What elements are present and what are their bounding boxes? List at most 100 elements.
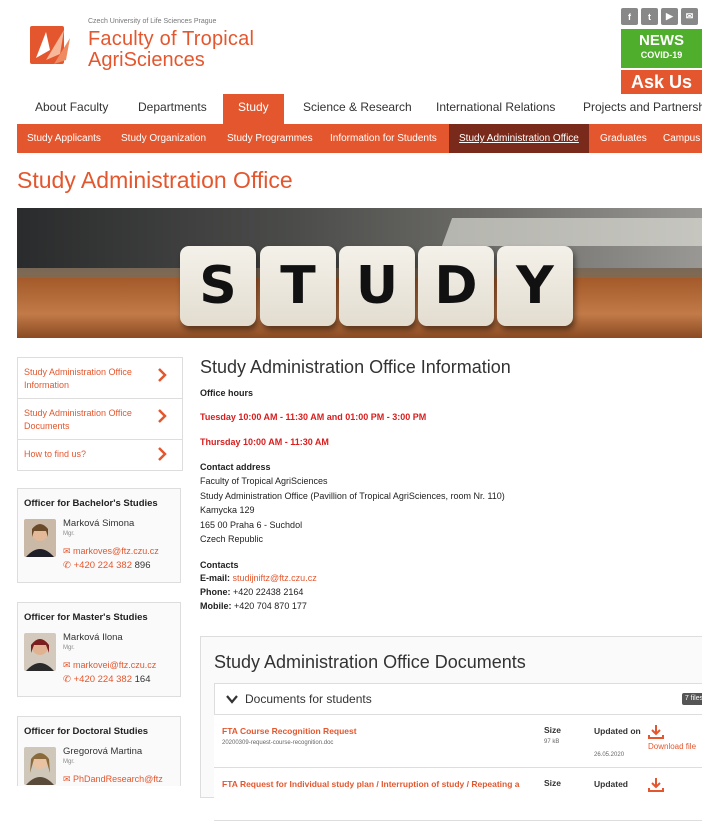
officer-photo [24,633,56,671]
main-navigation: About Faculty Departments Study Science … [0,94,702,124]
phone-icon: ✆ [63,560,74,571]
nav-study[interactable]: Study [223,94,284,124]
news-sub-label: COVID-19 [640,50,683,60]
contact-mobile-value: +420 704 870 177 [234,601,307,611]
youtube-icon[interactable]: ▶ [661,8,678,25]
download-icon[interactable] [648,778,664,792]
contact-email-link[interactable]: studijniftz@ftz.czu.cz [233,573,317,583]
contact-email: E-mail: studijniftz@ftz.czu.cz [200,572,317,585]
officer-phone[interactable]: ✆ +420 224 382 896 [63,560,151,571]
officer-phone-suffix: 164 [134,674,151,685]
faculty-logo[interactable]: Czech University of Life Sciences Prague… [30,16,254,76]
office-hours-thursday: Thursday 10:00 AM - 11:30 AM [200,437,329,447]
subnav-study-organization[interactable]: Study Organization [121,124,206,153]
officer-phone-prefix: +420 224 382 [73,674,132,685]
officer-title: Officer for Bachelor's Studies [24,498,158,509]
nav-projects-partnerships[interactable]: Projects and Partnerships [583,94,702,124]
accordion-label: Documents for students [245,692,372,706]
document-row: FTA Course Recognition Request 20200309-… [214,715,702,768]
sidebar-item-label: How to find us? [24,449,87,459]
office-hours-tuesday: Tuesday 10:00 AM - 11:30 AM and 01:00 PM… [200,412,427,422]
banner-dice: D [418,246,494,326]
size-label: Size [544,778,562,788]
email-icon: ✉ [63,774,74,784]
email-icon: ✉ [63,546,74,556]
subnav-campus[interactable]: Campus [663,124,700,153]
contact-phone: Phone: +420 22438 2164 [200,586,303,599]
phone-icon: ✆ [63,674,74,685]
nav-international-relations[interactable]: International Relations [436,94,555,124]
nav-about-faculty[interactable]: About Faculty [35,94,108,124]
banner-dice: S [180,246,256,326]
contact-address-label: Contact address [200,462,271,472]
contact-phone-value: +420 22438 2164 [233,587,304,597]
updated-label: Updated [594,779,628,789]
nav-science-research[interactable]: Science & Research [303,94,412,124]
chevron-right-icon [158,447,167,461]
officer-card-doctoral: Officer for Doctoral Studies Gregorová M… [17,716,181,786]
documents-section: Study Administration Office Documents Do… [200,636,702,821]
subnav-study-programmes[interactable]: Study Programmes [227,124,313,153]
download-file-link[interactable]: Download file [648,742,696,751]
banner-dice: U [339,246,415,326]
officer-card-bachelor: Officer for Bachelor's Studies Marková S… [17,488,181,583]
faculty-name-line1: Faculty of Tropical [88,28,255,50]
sidebar-item-label: Study Administration Office Documents [24,408,132,431]
email-icon[interactable]: ✉ [681,8,698,25]
download-icon[interactable] [648,725,664,739]
chevron-right-icon [158,368,167,382]
officer-email[interactable]: ✉ markovei@ftz.czu.cz [63,660,156,671]
officer-phone[interactable]: ✆ +420 224 382 164 [63,674,151,685]
facebook-icon[interactable]: f [621,8,638,25]
officer-email-text: PhDandResearch@ftz [73,774,163,784]
subnav-study-applicants[interactable]: Study Applicants [27,124,101,153]
updated-label: Updated on [594,726,641,736]
news-label: NEWS [639,32,684,49]
officer-degree: Mgr. [63,531,75,537]
officer-name: Marková Ilona [63,632,123,643]
section-title: Study Administration Office Documents [214,652,526,672]
officer-title: Officer for Master's Studies [24,612,148,623]
sidebar-item-office-information[interactable]: Study Administration Office Information [18,358,182,399]
document-name-link[interactable]: FTA Course Recognition Request [222,725,532,737]
page-title: Study Administration Office [17,167,293,193]
officer-degree: Mgr. [63,645,75,651]
study-banner-image: S T U D Y [17,208,702,338]
document-row: FTA Request for Individual study plan / … [214,768,702,821]
nav-departments[interactable]: Departments [138,94,207,124]
officer-name: Gregorová Martina [63,746,143,757]
address-line: Faculty of Tropical AgriSciences [200,476,328,486]
news-covid-button[interactable]: NEWS COVID-19 [621,29,702,68]
email-icon: ✉ [63,660,74,670]
officer-email[interactable]: ✉ markoves@ftz.czu.cz [63,546,159,557]
sidebar-item-how-to-find-us[interactable]: How to find us? [18,440,182,470]
documents-accordion-header[interactable]: Documents for students 7 files [214,683,702,715]
ask-us-button[interactable]: Ask Us [621,70,702,94]
document-filename: 20200309-request-course-recognition.doc [222,740,334,746]
phone-label: Phone: [200,587,231,597]
subnav-graduates[interactable]: Graduates [600,124,647,153]
subnav-study-administration-office[interactable]: Study Administration Office [449,124,589,153]
sub-navigation: Study Applicants Study Organization Stud… [17,124,702,153]
chevron-down-icon [226,695,238,704]
address-line: Kamycka 129 [200,505,255,515]
document-name-link[interactable]: FTA Request for Individual study plan / … [222,778,532,790]
sidebar-item-label: Study Administration Office Information [24,367,132,390]
size-value: 97 kB [544,739,560,745]
address-line: Czech Republic [200,534,264,544]
faculty-logo-icon [30,26,70,64]
social-links: f t ▶ ✉ [621,8,698,26]
officer-degree: Mgr. [63,759,75,765]
subnav-information-for-students[interactable]: Information for Students [330,124,437,153]
sidebar-navigation: Study Administration Office Information … [17,357,183,471]
file-count-badge: 7 files [682,693,702,705]
sidebar-item-office-documents[interactable]: Study Administration Office Documents [18,399,182,440]
office-hours-label: Office hours [200,388,254,398]
officer-photo [24,747,56,785]
faculty-name-line2: AgriSciences [88,49,205,71]
section-title: Study Administration Office Information [200,357,511,377]
twitter-icon[interactable]: t [641,8,658,25]
banner-dice: Y [497,246,573,326]
chevron-right-icon [158,409,167,423]
officer-email[interactable]: ✉ PhDandResearch@ftz [63,774,163,785]
